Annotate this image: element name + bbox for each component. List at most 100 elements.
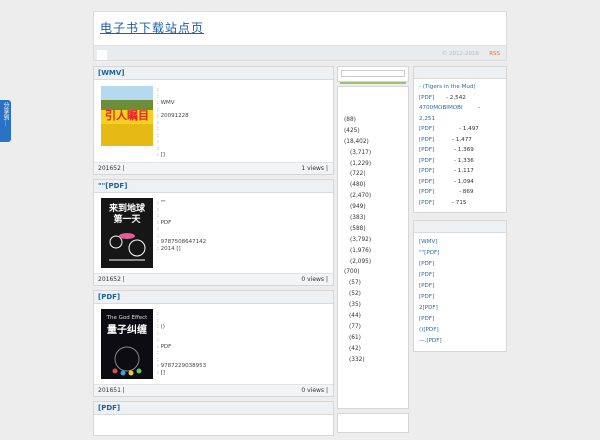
category-item[interactable]: (3,717) bbox=[338, 148, 408, 159]
thumb-line1: 来到地球 bbox=[108, 202, 146, 214]
recent-post-item[interactable]: ""[PDF] bbox=[414, 248, 506, 259]
popular-post-item[interactable]: [PDF] - 715 bbox=[414, 198, 506, 209]
category-item[interactable]: (480) bbox=[338, 180, 408, 191]
popular-post-item[interactable]: [PDF] - 1,094 bbox=[414, 177, 506, 188]
recent-posts-widget: [WMV] ""[PDF] [PDF] [PDF] [PDF] [PDF] 2[PDF][… bbox=[413, 220, 507, 352]
post-card: [PDF] The God Effect 量子纠缠 ::: ()::: PDF:… bbox=[93, 290, 334, 397]
post-card: [WMV] 引人瞩目 ::: WMV:: 20091228:::::: [] 2… bbox=[93, 66, 334, 175]
post-thumbnail[interactable]: 引人瞩目 bbox=[101, 86, 153, 146]
home-tab[interactable] bbox=[97, 50, 107, 60]
category-item[interactable]: (1,229) bbox=[338, 159, 408, 170]
recent-post-item[interactable]: [PDF] bbox=[414, 259, 506, 270]
share-dots: ⋮ bbox=[2, 120, 9, 127]
post-thumbnail[interactable]: The God Effect 量子纠缠 bbox=[101, 309, 153, 379]
popular-post-title: 4700MOBIMOBI bbox=[419, 105, 463, 111]
popular-post-item[interactable]: [PDF] - 1,369 bbox=[414, 145, 506, 156]
meta-line: : 20091228 bbox=[157, 113, 189, 119]
post-date: 201652 | bbox=[98, 165, 125, 172]
recent-post-item[interactable]: ()[PDF] bbox=[414, 325, 506, 336]
copyright-text: © 2012-2016 bbox=[441, 51, 479, 57]
popular-post-item[interactable]: [PDF] - 1,477 bbox=[414, 135, 506, 146]
post-footer: 201651 | 0 views | bbox=[94, 384, 333, 396]
popular-post-item[interactable]: [PDF] - 1,117 bbox=[414, 166, 506, 177]
category-item[interactable]: (722) bbox=[338, 169, 408, 180]
category-item[interactable]: (88) bbox=[338, 115, 408, 126]
meta-line: : 9787508647142 bbox=[157, 239, 207, 245]
category-item[interactable]: (77) bbox=[338, 322, 408, 333]
category-item[interactable]: (588) bbox=[338, 224, 408, 235]
header-nav-strip: © 2012-2016 RSS bbox=[94, 45, 506, 60]
popular-post-count: - 2,542 bbox=[446, 94, 466, 101]
rss-link[interactable]: RSS bbox=[489, 51, 500, 57]
popular-post-item[interactable]: [PDF] - 869 bbox=[414, 187, 506, 198]
post-footer: 201652 | 1 views | bbox=[94, 162, 333, 174]
popular-posts-widget: - (Tigers in the Mud) [PDF] - 2,542 4700MOB… bbox=[413, 66, 507, 213]
popular-post-count: - 1,117 bbox=[454, 168, 474, 174]
popular-post-count: - 1,497 bbox=[459, 126, 479, 132]
thumb-title-text: 引人瞩目 bbox=[105, 108, 149, 122]
post-date: 201651 | bbox=[98, 387, 125, 394]
category-item[interactable]: (3,792) bbox=[338, 235, 408, 246]
category-item[interactable]: (1,976) bbox=[338, 246, 408, 257]
popular-post-title: [PDF] bbox=[419, 126, 435, 132]
sidebar-widget bbox=[337, 413, 409, 433]
category-item[interactable]: (949) bbox=[338, 202, 408, 213]
popular-post-title: [PDF] bbox=[419, 178, 435, 185]
search-widget bbox=[337, 66, 409, 82]
recent-post-item[interactable]: [PDF] bbox=[414, 270, 506, 281]
popular-post-item[interactable]: [PDF] - 2,542 bbox=[414, 93, 506, 104]
post-meta: : ""::: PDF::: 9787508647142: 2014 [] bbox=[157, 200, 206, 252]
category-item[interactable]: (425) bbox=[338, 126, 408, 137]
post-list: [WMV] 引人瞩目 ::: WMV:: 20091228:::::: [] 2… bbox=[93, 66, 334, 440]
post-title[interactable]: [WMV] bbox=[94, 67, 333, 80]
category-item[interactable]: (700) bbox=[338, 267, 408, 278]
popular-post-count: - bbox=[478, 105, 481, 111]
popular-post-item[interactable]: [PDF] - 1,497 bbox=[414, 124, 506, 135]
category-item[interactable]: (44) bbox=[338, 311, 408, 322]
thumb-subtitle: The God Effect bbox=[106, 315, 149, 321]
post-views: 0 views | bbox=[301, 387, 328, 394]
category-item[interactable]: (383) bbox=[338, 213, 408, 224]
search-input[interactable] bbox=[341, 70, 405, 77]
accent-bar bbox=[340, 82, 406, 84]
post-title[interactable]: [PDF] bbox=[94, 402, 333, 415]
meta-line: : 2014 [] bbox=[157, 245, 181, 252]
post-title[interactable]: ""[PDF] bbox=[94, 180, 333, 193]
widget-header bbox=[414, 221, 506, 233]
popular-post-item[interactable]: 4700MOBIMOBI - bbox=[414, 103, 506, 114]
post-title[interactable]: [PDF] bbox=[94, 291, 333, 304]
category-item[interactable]: (18,402) bbox=[338, 137, 408, 148]
post-meta: ::: ()::: PDF::: 9787229038953: [] bbox=[157, 311, 206, 376]
popular-post-count: - 1,336 bbox=[454, 157, 474, 164]
popular-post-count: - 1,094 bbox=[454, 178, 474, 185]
category-item[interactable]: (332) bbox=[338, 355, 408, 366]
category-item[interactable]: (42) bbox=[338, 344, 408, 355]
category-item[interactable]: (61) bbox=[338, 333, 408, 344]
recent-post-item[interactable]: [PDF] bbox=[414, 314, 506, 325]
category-item[interactable]: (52) bbox=[338, 289, 408, 300]
post-footer: 201652 | 0 views | bbox=[94, 273, 333, 285]
site-header: 电子书下载站点页 © 2012-2016 RSS bbox=[93, 11, 507, 61]
recent-post-item[interactable]: [PDF] bbox=[414, 292, 506, 303]
recent-post-item[interactable]: 2[PDF] bbox=[414, 303, 506, 314]
category-item[interactable]: (35) bbox=[338, 300, 408, 311]
post-views: 0 views | bbox=[301, 276, 328, 283]
category-item[interactable]: (2,470) bbox=[338, 191, 408, 202]
popular-post-item[interactable]: 2,251 bbox=[414, 114, 506, 125]
post-thumbnail[interactable]: 来到地球 第一天 bbox=[101, 198, 153, 268]
recent-post-item[interactable]: [WMV] bbox=[414, 237, 506, 248]
category-item[interactable]: (57) bbox=[338, 278, 408, 289]
popular-post-title: 2,251 bbox=[419, 115, 436, 122]
category-list: (88) (425) (18,402) (3,717) (1,229) (722) (480… bbox=[337, 86, 409, 409]
site-title-link[interactable]: 电子书下载站点页 bbox=[100, 19, 204, 36]
recent-post-item[interactable]: [PDF] bbox=[414, 281, 506, 292]
thumb-title-text: 量子纠缠 bbox=[107, 323, 147, 336]
popular-post-item[interactable]: [PDF] - 1,336 bbox=[414, 156, 506, 167]
share-sidebar-tab[interactable]: 分享到 ⋮ bbox=[0, 100, 11, 142]
recent-post-item[interactable]: —.[PDF] bbox=[414, 336, 506, 347]
popular-post-title: [PDF] bbox=[419, 94, 435, 101]
category-item[interactable]: (2,095) bbox=[338, 257, 408, 268]
popular-post-title: [PDF] bbox=[419, 136, 435, 143]
popular-post-item[interactable]: - (Tigers in the Mud) bbox=[414, 82, 506, 93]
right-sidebar: - (Tigers in the Mud) [PDF] - 2,542 4700MOB… bbox=[413, 66, 507, 352]
